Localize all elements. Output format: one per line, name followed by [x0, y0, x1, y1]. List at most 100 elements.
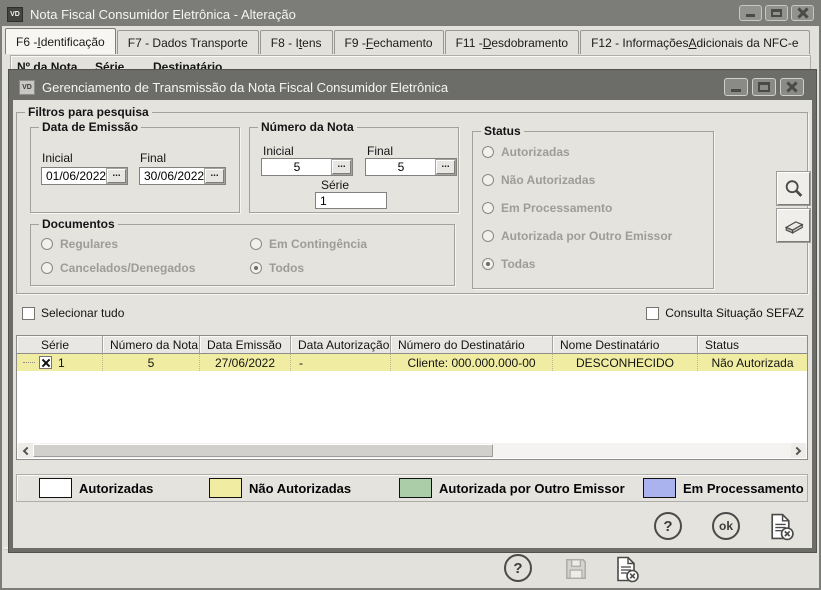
close-button[interactable]: [791, 5, 814, 21]
cell-data-autorizacao: -: [291, 354, 391, 371]
table-header: Série Número da Nota Data Emissão Data A…: [17, 336, 807, 354]
main-window-titlebar: VD Nota Fiscal Consumidor Eletrônica - A…: [2, 2, 819, 26]
note-initial-label: Inicial: [263, 144, 294, 158]
cell-status: Não Autorizada: [698, 354, 807, 371]
note-number-group: Número da Nota Inicial 5 ... Final 5 ...…: [249, 127, 459, 213]
tab-informacoes-adicionais[interactable]: F12 - Informações Adicionais da NFC-e: [580, 30, 809, 54]
documents-radio-em-contingencia: Em Contingência: [250, 237, 367, 251]
tab-desdobramento[interactable]: F11 - Desdobramento: [445, 30, 580, 54]
floppy-disk-icon: [563, 556, 589, 582]
status-radio-autorizadas: Autorizadas: [482, 145, 570, 159]
radio-icon: [250, 238, 262, 250]
tab-fechamento[interactable]: F9 - Fechamento: [334, 30, 444, 54]
select-all-checkbox[interactable]: [22, 307, 35, 320]
dialog-ok-button[interactable]: ok: [712, 512, 740, 540]
dialog-minimize-button[interactable]: [724, 78, 748, 96]
legend-swatch-em-processamento: [643, 478, 676, 498]
note-initial-picker-button[interactable]: ...: [332, 160, 351, 174]
tab-bar: F6 - Identificação F7 - Dados Transporte…: [5, 28, 816, 54]
main-window-title: Nota Fiscal Consumidor Eletrônica - Alte…: [30, 7, 296, 22]
dialog-titlebar: VD Gerenciamento de Transmissão da Nota …: [13, 74, 812, 100]
dialog-app-icon: VD: [19, 80, 35, 95]
notes-table: Série Número da Nota Data Emissão Data A…: [16, 335, 808, 460]
transmission-dialog: VD Gerenciamento de Transmissão da Nota …: [9, 70, 816, 552]
dialog-close-button[interactable]: [780, 78, 804, 96]
emission-date-group: Data de Emissão Inicial 01/06/2022 ... F…: [30, 127, 240, 213]
column-header-nome-destinatario[interactable]: Nome Destinatário: [553, 336, 698, 354]
radio-icon: [482, 230, 494, 242]
series-field[interactable]: 1: [315, 192, 387, 209]
sefaz-checkbox[interactable]: [646, 307, 659, 320]
documents-radio-cancelados-denegados: Cancelados/Denegados: [41, 261, 195, 275]
radio-icon: [482, 202, 494, 214]
eraser-icon: [783, 215, 805, 237]
note-final-picker-button[interactable]: ...: [436, 160, 455, 174]
maximize-button[interactable]: [765, 5, 788, 21]
documents-radio-todos: Todos: [250, 261, 304, 275]
save-button-disabled: [560, 554, 592, 584]
legend-label-nao-autorizadas: Não Autorizadas: [249, 481, 351, 496]
radio-icon: [41, 238, 53, 250]
radio-icon: [482, 174, 494, 186]
search-button[interactable]: [777, 172, 810, 205]
legend-swatch-autorizada-outro-emissor: [399, 478, 432, 498]
status-radio-em-processamento: Em Processamento: [482, 201, 612, 215]
column-header-numero-destinatario[interactable]: Número do Destinatário: [391, 336, 553, 354]
series-label: Série: [321, 178, 349, 192]
radio-selected-icon: [250, 262, 262, 274]
sefaz-checkbox-row: Consulta Situação SEFAZ: [646, 306, 804, 320]
minimize-button[interactable]: [739, 5, 762, 21]
document-x-icon: [612, 555, 640, 583]
clear-button[interactable]: [777, 209, 810, 242]
tab-itens[interactable]: F8 - Itens: [260, 30, 333, 54]
radio-icon: [41, 262, 53, 274]
select-all-checkbox-row: Selecionar tudo: [22, 306, 124, 320]
tree-expand-dots-icon: [23, 362, 35, 363]
cell-serie: 1: [17, 354, 103, 371]
column-header-status[interactable]: Status: [698, 336, 807, 354]
scroll-right-button[interactable]: [791, 443, 806, 458]
chevron-right-icon: [793, 446, 801, 454]
legend-label-autorizada-outro-emissor: Autorizada por Outro Emissor: [439, 481, 625, 496]
scrollbar-thumb[interactable]: [33, 444, 493, 457]
status-color-legend: Autorizadas Não Autorizadas Autorizada p…: [16, 474, 808, 502]
note-final-field[interactable]: 5 ...: [365, 158, 457, 176]
note-final-label: Final: [367, 144, 393, 158]
radio-selected-icon: [482, 258, 494, 270]
help-button[interactable]: ?: [504, 554, 532, 582]
table-row[interactable]: 1 5 27/06/2022 - Cliente: 000.000.000-00…: [17, 354, 807, 371]
document-x-icon: [766, 512, 795, 541]
row-checkbox-checked[interactable]: [39, 356, 52, 369]
sefaz-label: Consulta Situação SEFAZ: [665, 306, 804, 320]
emission-initial-field[interactable]: 01/06/2022 ...: [41, 167, 128, 185]
tab-identificacao[interactable]: F6 - Identificação: [5, 28, 116, 54]
cell-nome-destinatario: DESCONHECIDO: [553, 354, 698, 371]
documents-group: Documentos Regulares Cancelados/Denegado…: [30, 224, 455, 286]
select-all-label: Selecionar tudo: [41, 306, 124, 320]
emission-initial-picker-button[interactable]: ...: [107, 169, 126, 183]
emission-final-picker-button[interactable]: ...: [205, 169, 224, 183]
emission-date-group-title: Data de Emissão: [39, 120, 141, 134]
scroll-left-button[interactable]: [18, 443, 33, 458]
cancel-document-button[interactable]: [610, 554, 642, 584]
radio-icon: [482, 146, 494, 158]
emission-final-label: Final: [140, 151, 166, 165]
status-radio-todas: Todas: [482, 257, 535, 271]
dialog-maximize-button[interactable]: [752, 78, 776, 96]
maximize-icon: [771, 9, 782, 17]
column-header-serie[interactable]: Série: [17, 336, 103, 354]
column-header-data-emissao[interactable]: Data Emissão: [200, 336, 291, 354]
horizontal-scrollbar[interactable]: [18, 443, 806, 458]
note-initial-field[interactable]: 5 ...: [261, 158, 353, 176]
status-radio-autorizada-outro-emissor: Autorizada por Outro Emissor: [482, 229, 672, 243]
cell-numero-nota: 5: [103, 354, 200, 371]
minimize-icon: [731, 89, 741, 92]
tab-dados-transporte[interactable]: F7 - Dados Transporte: [117, 30, 259, 54]
legend-swatch-nao-autorizadas: [209, 478, 242, 498]
column-header-numero-nota[interactable]: Número da Nota: [103, 336, 200, 354]
emission-final-field[interactable]: 30/06/2022 ...: [139, 167, 226, 185]
dialog-help-button[interactable]: ?: [654, 512, 682, 540]
column-header-data-autorizacao[interactable]: Data Autorização: [291, 336, 391, 354]
dialog-cancel-document-button[interactable]: [764, 511, 796, 541]
status-group: Status Autorizadas Não Autorizadas Em Pr…: [472, 131, 714, 289]
